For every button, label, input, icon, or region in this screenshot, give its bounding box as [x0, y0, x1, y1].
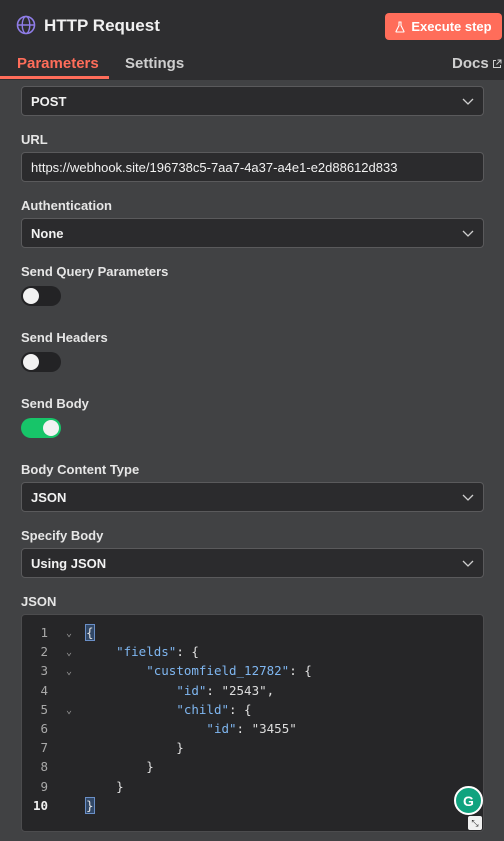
code-line: {	[85, 624, 95, 641]
code-line: "child": {	[176, 701, 252, 717]
send-headers-label: Send Headers	[21, 330, 108, 345]
fold-chevron-icon[interactable]: ⌄	[66, 705, 72, 716]
grammarly-icon[interactable]: G	[454, 786, 483, 815]
fold-chevron-icon[interactable]: ⌄	[66, 666, 72, 677]
fold-chevron-icon[interactable]: ⌄	[66, 628, 72, 639]
code-line: "fields": {	[116, 644, 199, 660]
code-line: }	[86, 740, 184, 756]
line-number: 8	[40, 759, 48, 775]
url-value: https://webhook.site/196738c5-7aa7-4a37-…	[31, 159, 398, 175]
resize-icon[interactable]: ⤡	[468, 816, 482, 830]
authentication-select[interactable]: None	[21, 218, 484, 248]
execute-step-button[interactable]: Execute step	[385, 13, 502, 40]
line-number: 1	[40, 625, 48, 640]
execute-step-label: Execute step	[411, 19, 492, 34]
specify-body-select[interactable]: Using JSON	[21, 548, 484, 578]
line-number: 9	[40, 778, 48, 794]
code-line: }	[86, 759, 154, 775]
code-line: "id": "3455"	[206, 721, 297, 736]
line-number: 5	[40, 701, 48, 717]
active-tab-indicator	[0, 76, 109, 79]
docs-link[interactable]: Docs	[452, 55, 502, 72]
line-number: 10	[32, 797, 48, 813]
external-link-icon	[492, 59, 502, 68]
node-header: HTTP Request Execute step Parameters Set…	[0, 0, 504, 80]
fold-chevron-icon[interactable]: ⌄	[66, 647, 72, 658]
globe-icon	[16, 15, 36, 35]
code-line: }	[85, 796, 95, 814]
docs-label: Docs	[452, 55, 489, 72]
tab-parameters[interactable]: Parameters	[17, 55, 99, 72]
specify-body-value: Using JSON	[31, 555, 107, 571]
toggle-knob	[23, 288, 39, 304]
chevron-down-icon	[462, 230, 474, 237]
body-content-type-label: Body Content Type	[21, 462, 140, 477]
chevron-down-icon	[462, 560, 474, 567]
toggle-knob	[23, 354, 39, 370]
json-label: JSON	[21, 594, 57, 609]
json-code-editor[interactable]: 1 ⌄ 2 ⌄ 3 ⌄ 4 5 ⌄ 6 7 8 9 10 { "fields": { "customfie…	[21, 614, 484, 832]
send-body-toggle[interactable]	[21, 418, 61, 438]
url-label: URL	[21, 132, 48, 147]
chevron-down-icon	[462, 494, 474, 501]
chevron-down-icon	[462, 98, 474, 105]
send-headers-toggle[interactable]	[21, 352, 61, 372]
method-value: POST	[31, 93, 67, 109]
toggle-knob	[43, 420, 59, 436]
code-line: "id": "2543",	[176, 682, 275, 698]
authentication-value: None	[31, 225, 64, 241]
method-select[interactable]: POST	[21, 86, 484, 116]
code-line: "customfield_12782": {	[146, 663, 312, 679]
body-content-type-value: JSON	[31, 489, 67, 505]
line-number: 4	[40, 682, 48, 698]
line-number: 7	[40, 740, 48, 756]
authentication-label: Authentication	[21, 198, 112, 213]
line-number: 3	[40, 663, 48, 679]
send-query-label: Send Query Parameters	[21, 264, 169, 279]
url-input[interactable]: https://webhook.site/196738c5-7aa7-4a37-…	[21, 152, 484, 182]
flask-icon	[395, 20, 405, 33]
code-line: }	[86, 778, 124, 794]
node-title: HTTP Request	[44, 16, 160, 35]
line-number: 2	[40, 644, 48, 660]
line-number: 6	[40, 721, 48, 736]
send-query-toggle[interactable]	[21, 286, 61, 306]
body-content-type-select[interactable]: JSON	[21, 482, 484, 512]
specify-body-label: Specify Body	[21, 528, 104, 543]
tab-settings[interactable]: Settings	[125, 55, 184, 72]
send-body-label: Send Body	[21, 396, 89, 411]
